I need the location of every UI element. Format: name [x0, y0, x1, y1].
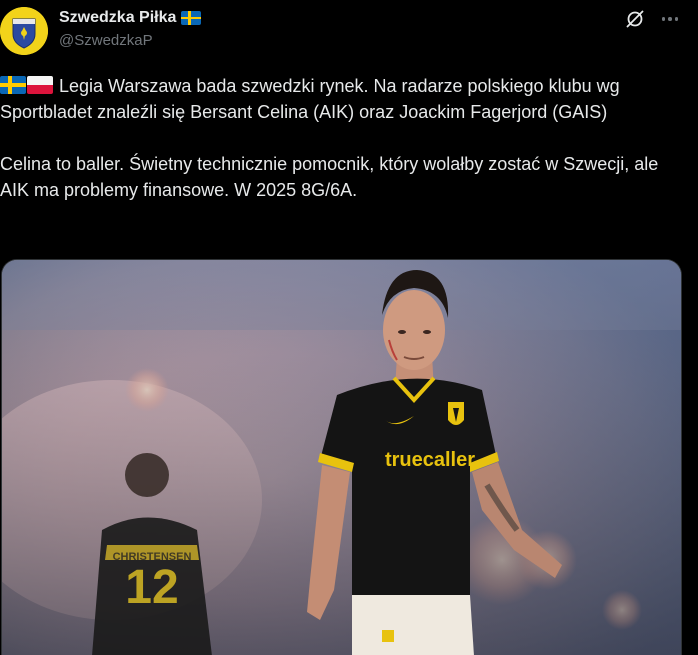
poland-flag-icon	[27, 76, 53, 94]
handle[interactable]: @SzwedzkaP	[59, 31, 698, 51]
tweet-card: Szwedzka Piłka @SzwedzkaP Legia Warszawa…	[0, 0, 698, 655]
display-name[interactable]: Szwedzka Piłka	[59, 8, 176, 28]
background-player-name: CHRISTENSEN	[113, 551, 192, 563]
tweet-paragraph-1: Legia Warszawa bada szwedzki rynek. Na r…	[0, 73, 690, 125]
sweden-flag-icon	[0, 76, 26, 94]
sweden-flag-icon	[181, 11, 202, 25]
grok-icon[interactable]	[625, 9, 645, 29]
paragraph-1-text: Legia Warszawa bada szwedzki rynek. Na r…	[0, 76, 620, 122]
tweet-photo[interactable]: 12 CHRISTENSEN truecaller	[1, 259, 682, 655]
background-player-number: 12	[125, 561, 178, 614]
club-crest-avatar[interactable]	[0, 7, 48, 55]
tweet-paragraph-2: Celina to baller. Świetny technicznie po…	[0, 154, 659, 200]
jersey-sponsor: truecaller	[385, 449, 475, 471]
more-options-icon[interactable]	[655, 9, 685, 29]
tweet-header: Szwedzka Piłka @SzwedzkaP	[59, 8, 698, 52]
tweet-text: Legia Warszawa bada szwedzki rynek. Na r…	[0, 73, 690, 203]
